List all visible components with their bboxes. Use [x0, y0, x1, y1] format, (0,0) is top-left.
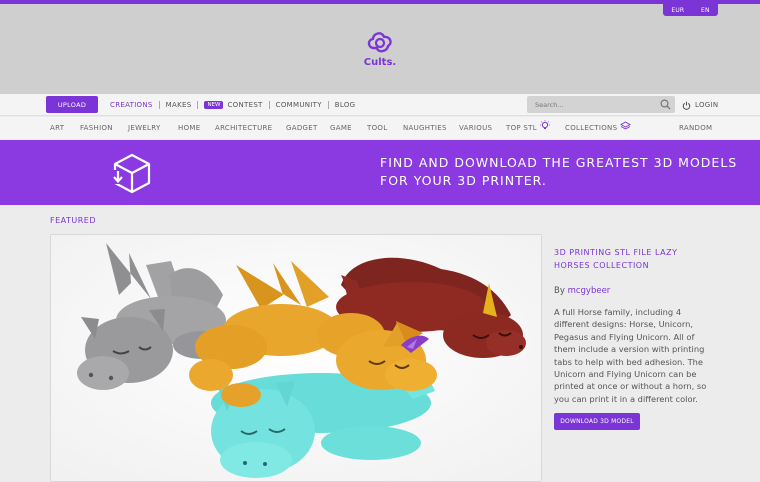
upload-button[interactable]: UPLOAD: [46, 96, 98, 113]
lazy-horses-illustration: [51, 235, 541, 481]
category-tool[interactable]: TOOL: [367, 117, 387, 139]
category-various[interactable]: VARIOUS: [459, 117, 492, 139]
category-fashion[interactable]: FASHION: [80, 117, 113, 139]
banner-tagline: FIND AND DOWNLOAD THE GREATEST 3D MODELS…: [380, 154, 737, 190]
main-nav: UPLOAD CREATIONS MAKES NEW CONTEST COMMU…: [0, 94, 760, 116]
language-en[interactable]: EN: [701, 7, 710, 14]
featured-heading: FEATURED: [50, 216, 97, 225]
login-link[interactable]: LOGIN: [682, 94, 718, 116]
cults-logo-text: Cults.: [363, 57, 397, 68]
nav-separator: [197, 101, 199, 109]
category-collections[interactable]: COLLECTIONS: [565, 117, 631, 139]
cube-download-icon: [112, 153, 151, 194]
banner-tagline-line-1: FIND AND DOWNLOAD THE GREATEST 3D MODELS: [380, 155, 738, 170]
search-box[interactable]: [527, 96, 675, 113]
author-link[interactable]: mcgybeer: [568, 286, 611, 296]
category-naughties[interactable]: NAUGHTIES: [403, 117, 447, 139]
nav-item-blog[interactable]: BLOG: [335, 101, 356, 109]
nav-separator: [327, 101, 329, 109]
category-art[interactable]: ART: [50, 117, 64, 139]
category-bar: ART FASHION JEWELRY HOME ARCHITECTURE GA…: [0, 117, 760, 139]
currency-eur[interactable]: EUR: [671, 7, 684, 14]
featured-info: 3D PRINTING STL FILE LAZY HORSES COLLECT…: [554, 246, 714, 431]
new-badge: NEW: [204, 101, 224, 109]
search-input[interactable]: [527, 96, 657, 113]
nav-item-creations[interactable]: CREATIONS: [110, 101, 153, 109]
lightbulb-icon: [540, 120, 551, 129]
category-game[interactable]: GAME: [330, 117, 352, 139]
search-icon[interactable]: [660, 99, 671, 110]
login-label: LOGIN: [695, 101, 719, 109]
site-header: EUR EN Cults.: [0, 4, 760, 94]
cults-logo[interactable]: Cults.: [360, 28, 400, 74]
category-random[interactable]: RANDOM: [679, 117, 712, 139]
cults-logo-icon: [367, 32, 392, 53]
layers-icon: [619, 121, 631, 130]
hero-banner: FIND AND DOWNLOAD THE GREATEST 3D MODELS…: [0, 140, 760, 205]
nav-separator: [268, 101, 270, 109]
category-architecture[interactable]: ARCHITECTURE: [215, 117, 272, 139]
banner-tagline-line-2: FOR YOUR 3D PRINTER.: [380, 173, 547, 188]
category-top-stl-label: TOP STL: [506, 124, 537, 132]
nav-separator: [158, 101, 160, 109]
author-byline: By mcgybeer: [554, 286, 714, 296]
currency-language-selector[interactable]: EUR EN: [663, 4, 718, 16]
featured-description: A full Horse family, including 4 differe…: [554, 307, 707, 404]
power-icon: [682, 101, 691, 110]
download-3d-model-button[interactable]: DOWNLOAD 3D MODEL: [554, 413, 640, 431]
featured-image[interactable]: [50, 234, 542, 482]
byline-prefix: By: [554, 286, 565, 296]
nav-item-makes[interactable]: MAKES: [166, 101, 192, 109]
category-jewelry[interactable]: JEWELRY: [128, 117, 161, 139]
category-home[interactable]: HOME: [178, 117, 200, 139]
nav-item-community[interactable]: COMMUNITY: [276, 101, 322, 109]
category-collections-label: COLLECTIONS: [565, 124, 618, 132]
featured-title[interactable]: 3D PRINTING STL FILE LAZY HORSES COLLECT…: [554, 246, 714, 272]
nav-item-contest[interactable]: CONTEST: [227, 101, 262, 109]
category-gadget[interactable]: GADGET: [286, 117, 318, 139]
category-top-stl[interactable]: TOP STL: [506, 117, 551, 139]
nav-items: CREATIONS MAKES NEW CONTEST COMMUNITY BL…: [110, 94, 355, 116]
